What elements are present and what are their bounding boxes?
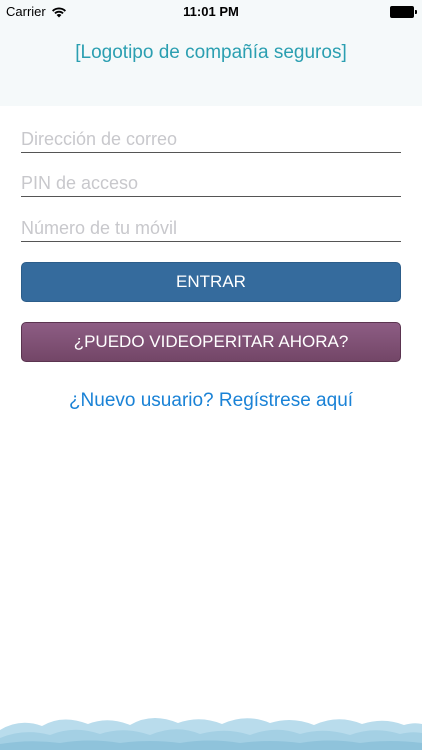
battery-icon (390, 6, 417, 18)
video-appraisal-button-label: ¿PUEDO VIDEOPERITAR AHORA? (73, 332, 349, 351)
phone-field[interactable] (21, 215, 401, 242)
video-appraisal-button[interactable]: ¿PUEDO VIDEOPERITAR AHORA? (21, 322, 401, 362)
status-bar: Carrier 11:01 PM (0, 0, 422, 22)
pin-field[interactable] (21, 170, 401, 197)
clouds-decoration (0, 717, 422, 750)
company-logo-placeholder: [Logotipo de compañía seguros] (75, 42, 347, 63)
login-button[interactable]: ENTRAR (21, 262, 401, 302)
email-field[interactable] (21, 126, 401, 153)
login-button-label: ENTRAR (176, 272, 246, 291)
status-time: 11:01 PM (183, 4, 239, 19)
register-link[interactable]: ¿Nuevo usuario? Regístrese aquí (0, 390, 422, 412)
header: [Logotipo de compañía seguros] (0, 22, 422, 106)
